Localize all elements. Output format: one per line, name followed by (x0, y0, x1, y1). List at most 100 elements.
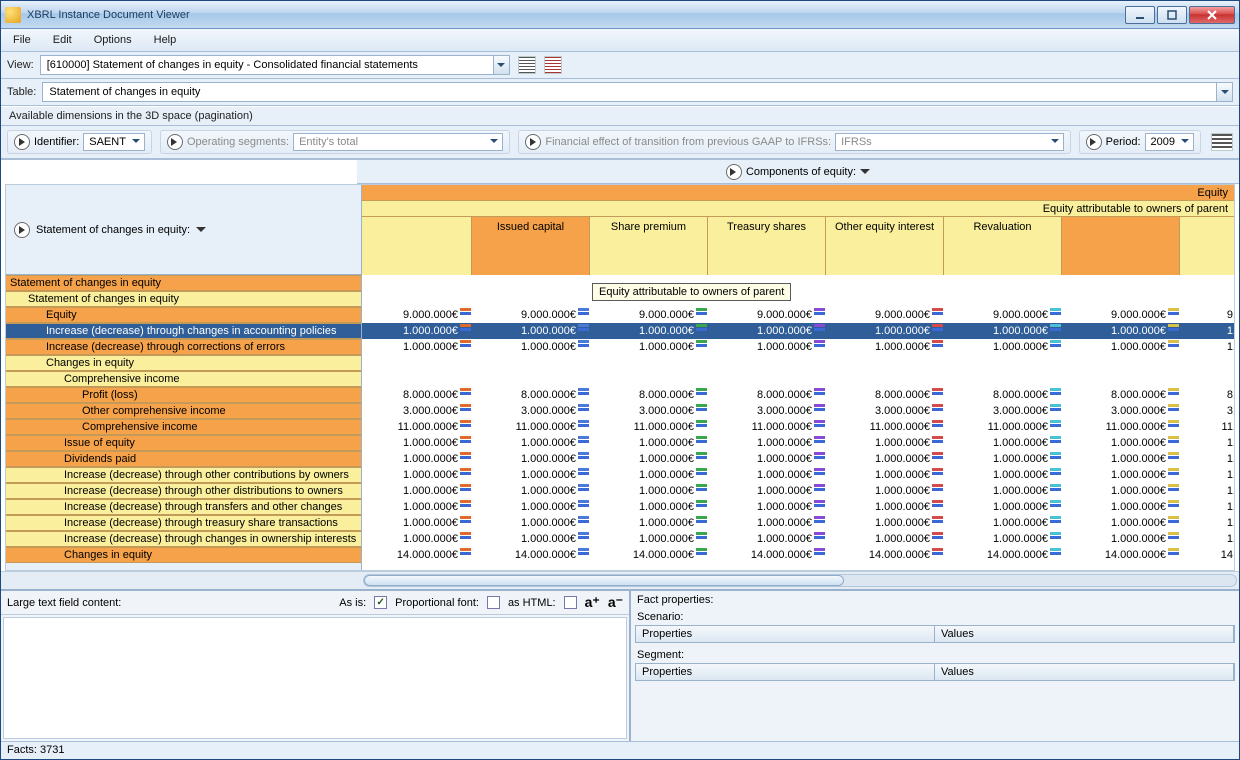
data-cell[interactable]: 14.000.000€ (590, 547, 708, 563)
data-cell[interactable]: 1.000.000€ (1062, 323, 1180, 339)
data-cell[interactable]: 3.000.000€ (1062, 403, 1180, 419)
data-cell[interactable]: 1.000.000€ (944, 467, 1062, 483)
column-header[interactable]: Treasury shares (708, 217, 826, 275)
data-cell[interactable]: 1.000.000€ (708, 435, 826, 451)
chevron-down-icon[interactable] (860, 169, 870, 179)
data-cell[interactable]: 1.000.000€ (590, 339, 708, 355)
data-cell[interactable]: 1. (1180, 323, 1234, 339)
row-header[interactable]: Other comprehensive income (6, 403, 361, 419)
data-cell[interactable]: 3.000.000€ (708, 403, 826, 419)
asis-checkbox[interactable] (374, 596, 387, 609)
data-cell[interactable]: 1.000.000€ (590, 483, 708, 499)
data-cell[interactable]: 1.000.000€ (362, 323, 472, 339)
chevron-down-icon[interactable] (196, 227, 206, 237)
data-cell[interactable]: 1.000.000€ (362, 339, 472, 355)
data-cell[interactable]: 1.000.000€ (826, 323, 944, 339)
data-cell[interactable]: 3. (1180, 403, 1234, 419)
row-header[interactable]: Changes in equity (6, 547, 361, 563)
data-cell[interactable]: 1.000.000€ (590, 499, 708, 515)
column-header[interactable]: Issued capital (472, 217, 590, 275)
row-header[interactable]: Comprehensive income (6, 371, 361, 387)
font-increase-button[interactable]: a⁺ (585, 594, 600, 611)
row-header[interactable]: Increase (decrease) through changes in a… (6, 323, 361, 339)
data-cell[interactable]: 1.000.000€ (362, 451, 472, 467)
data-cell[interactable]: 1.000.000€ (362, 531, 472, 547)
data-cell[interactable]: 1. (1180, 531, 1234, 547)
data-cell[interactable]: 9.000.000€ (590, 307, 708, 323)
data-cell[interactable]: 1.000.000€ (708, 531, 826, 547)
data-cell[interactable]: 11.000.000€ (362, 419, 472, 435)
data-cell[interactable]: 1.000.000€ (826, 339, 944, 355)
data-cell[interactable]: 1.000.000€ (472, 531, 590, 547)
data-cell[interactable]: 1. (1180, 483, 1234, 499)
data-cell[interactable]: 1.000.000€ (1062, 483, 1180, 499)
row-header[interactable]: Increase (decrease) through treasury sha… (6, 515, 361, 531)
column-header[interactable]: Share premium (590, 217, 708, 275)
data-cell[interactable]: 1. (1180, 451, 1234, 467)
data-cell[interactable] (1180, 355, 1234, 371)
gaap-select[interactable]: IFRSs (835, 133, 1064, 151)
data-cell[interactable]: 1.000.000€ (708, 451, 826, 467)
data-cell[interactable]: 9.000.000€ (944, 307, 1062, 323)
data-cell[interactable]: 1.000.000€ (472, 451, 590, 467)
row-header[interactable]: Statement of changes in equity (6, 291, 361, 307)
data-cell[interactable] (472, 355, 590, 371)
minimize-button[interactable] (1125, 6, 1155, 24)
data-cell[interactable]: 1.000.000€ (472, 339, 590, 355)
data-cell[interactable] (1180, 371, 1234, 387)
data-cell[interactable]: 11.000.000€ (590, 419, 708, 435)
data-cell[interactable]: 1.000.000€ (1062, 467, 1180, 483)
data-cell[interactable]: 8.000.000€ (590, 387, 708, 403)
data-cell[interactable]: 8.000.000€ (472, 387, 590, 403)
data-cell[interactable]: 9.000.000€ (362, 307, 472, 323)
data-cell[interactable]: 1.000.000€ (472, 499, 590, 515)
data-cell[interactable]: 1.000.000€ (362, 515, 472, 531)
data-cell[interactable] (1062, 371, 1180, 387)
data-cell[interactable]: 1.000.000€ (472, 323, 590, 339)
data-cell[interactable] (362, 355, 472, 371)
data-cell[interactable]: 9.000.000€ (708, 307, 826, 323)
row-header[interactable]: Profit (loss) (6, 387, 361, 403)
data-cell[interactable]: 1.000.000€ (826, 483, 944, 499)
data-cell[interactable] (1180, 275, 1234, 291)
large-text-field[interactable] (3, 617, 627, 739)
data-cell[interactable] (944, 355, 1062, 371)
data-cell[interactable]: 1.000.000€ (708, 467, 826, 483)
play-icon[interactable] (726, 164, 742, 180)
data-cell[interactable]: 1.000.000€ (944, 339, 1062, 355)
grid-icon-1[interactable] (518, 56, 536, 74)
data-cell[interactable]: 14.000.000€ (1062, 547, 1180, 563)
data-cell[interactable]: 8.000.000€ (1062, 387, 1180, 403)
data-cell[interactable]: 8.000.000€ (944, 387, 1062, 403)
data-cell[interactable]: 1.000.000€ (1062, 531, 1180, 547)
data-cell[interactable] (944, 275, 1062, 291)
data-cell[interactable]: 1.000.000€ (1062, 499, 1180, 515)
data-cell[interactable]: 1.000.000€ (472, 435, 590, 451)
data-cell[interactable]: 1.000.000€ (1062, 515, 1180, 531)
row-header[interactable]: Increase (decrease) through corrections … (6, 339, 361, 355)
data-cell[interactable]: 1.000.000€ (826, 531, 944, 547)
data-cell[interactable] (1180, 291, 1234, 307)
row-header[interactable]: Increase (decrease) through other distri… (6, 483, 361, 499)
row-header[interactable]: Issue of equity (6, 435, 361, 451)
data-cell[interactable]: 1.000.000€ (1062, 435, 1180, 451)
play-icon[interactable] (1086, 134, 1102, 150)
data-cell[interactable] (362, 275, 472, 291)
data-cell[interactable]: 1.000.000€ (708, 339, 826, 355)
config-icon[interactable] (1211, 133, 1233, 151)
data-cell[interactable]: 1.000.000€ (472, 515, 590, 531)
data-cell[interactable]: 1.000.000€ (708, 323, 826, 339)
data-cell[interactable]: 14. (1180, 547, 1234, 563)
data-cell[interactable]: 1.000.000€ (708, 499, 826, 515)
play-icon[interactable] (167, 134, 183, 150)
data-cell[interactable]: 1.000.000€ (472, 467, 590, 483)
play-icon[interactable] (525, 134, 541, 150)
column-header[interactable]: Revaluation (944, 217, 1062, 275)
data-cell[interactable]: 11. (1180, 419, 1234, 435)
data-cell[interactable]: 1. (1180, 467, 1234, 483)
data-cell[interactable]: 1.000.000€ (944, 499, 1062, 515)
data-cell[interactable]: 14.000.000€ (708, 547, 826, 563)
data-cell[interactable] (1062, 291, 1180, 307)
ashtml-checkbox[interactable] (564, 596, 577, 609)
play-icon[interactable] (14, 134, 30, 150)
